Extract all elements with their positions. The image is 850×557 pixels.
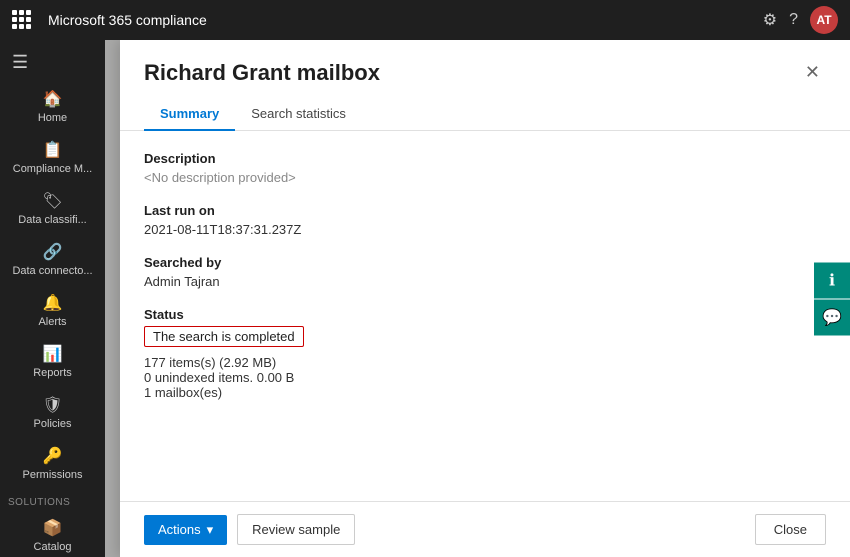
close-footer-button[interactable]: Close [755,514,826,545]
status-label: Status [144,307,826,322]
last-run-section: Last run on 2021-08-11T18:37:31.237Z [144,203,826,237]
sidebar-item-label: Data classifi... [18,214,86,226]
flyout-body: Description <No description provided> La… [120,131,850,501]
sidebar-item-reports[interactable]: 📊 Reports [0,336,105,387]
home-icon: 🏠 [43,89,63,109]
review-sample-button[interactable]: Review sample [237,514,355,545]
chat-float-button[interactable]: 💬 [814,299,850,335]
sidebar-item-compliance[interactable]: 📋 Compliance M... [0,132,105,183]
actions-label: Actions [158,522,201,537]
sidebar-item-catalog[interactable]: 📦 Catalog [0,510,105,557]
sidebar-item-label: Policies [34,418,72,430]
flyout-footer: Actions ▾ Review sample Close [120,501,850,557]
permissions-icon: 🔑 [43,446,63,466]
sidebar-item-alerts[interactable]: 🔔 Alerts [0,285,105,336]
flyout-panel: Richard Grant mailbox ✕ Summary Search s… [120,40,850,557]
items-line3: 1 mailbox(es) [144,385,826,400]
topbar: Microsoft 365 compliance ⚙ ? AT [0,0,850,40]
flyout-close-button[interactable]: ✕ [799,60,826,85]
sidebar-item-dataclass[interactable]: 🏷 Data classifi... [0,183,105,234]
sidebar-item-label: Permissions [23,469,83,481]
actions-button[interactable]: Actions ▾ [144,515,227,545]
flyout-header: Richard Grant mailbox ✕ [120,40,850,86]
app-title: Microsoft 365 compliance [48,12,755,28]
status-section: Status The search is completed 177 items… [144,307,826,400]
solutions-section-label: Solutions [0,489,105,510]
sidebar-toggle[interactable]: ☰ [0,44,105,81]
items-line1: 177 items(s) (2.92 MB) [144,355,826,370]
sidebar-item-label: Data connecto... [12,265,92,277]
info-float-button[interactable]: ℹ [814,262,850,298]
last-run-value: 2021-08-11T18:37:31.237Z [144,222,826,237]
description-section: Description <No description provided> [144,151,826,185]
sidebar: ☰ 🏠 Home 📋 Compliance M... 🏷 Data classi… [0,40,105,557]
dataclass-icon: 🏷 [42,191,62,211]
sidebar-item-label: Home [38,112,67,124]
status-badge: The search is completed [144,326,304,347]
sidebar-item-home[interactable]: 🏠 Home [0,81,105,132]
right-float-panel: ℹ 💬 [814,262,850,335]
alerts-icon: 🔔 [43,293,63,313]
settings-icon[interactable]: ⚙ [763,10,777,30]
tab-search-statistics[interactable]: Search statistics [235,98,362,131]
topbar-icons: ⚙ ? AT [763,6,838,34]
reports-icon: 📊 [43,344,63,364]
waffle-menu[interactable] [12,10,32,30]
main-layout: ☰ 🏠 Home 📋 Compliance M... 🏷 Data classi… [0,40,850,557]
flyout-title: Richard Grant mailbox [144,60,380,86]
searched-by-value: Admin Tajran [144,274,826,289]
sidebar-item-policies[interactable]: 🛡 Policies [0,387,105,438]
sidebar-item-label: Reports [33,367,72,379]
policies-icon: 🛡 [42,395,62,415]
catalog-icon: 📦 [43,518,63,538]
description-label: Description [144,151,826,166]
sidebar-item-dataconnector[interactable]: 🔗 Data connecto... [0,234,105,285]
sidebar-item-permissions[interactable]: 🔑 Permissions [0,438,105,489]
description-value: <No description provided> [144,170,826,185]
searched-by-label: Searched by [144,255,826,270]
sidebar-item-label: Compliance M... [13,163,92,175]
sidebar-item-label: Alerts [38,316,66,328]
dataconnector-icon: 🔗 [43,242,63,262]
last-run-label: Last run on [144,203,826,218]
tab-summary[interactable]: Summary [144,98,235,131]
compliance-icon: 📋 [43,140,63,160]
actions-chevron-icon: ▾ [207,522,214,538]
items-line2: 0 unindexed items. 0.00 B [144,370,826,385]
sidebar-item-label: Catalog [34,541,72,553]
content-area: Richard Grant mailbox ✕ Summary Search s… [105,40,850,557]
flyout-tabs: Summary Search statistics [120,86,850,131]
help-icon[interactable]: ? [789,11,798,29]
avatar[interactable]: AT [810,6,838,34]
searched-by-section: Searched by Admin Tajran [144,255,826,289]
